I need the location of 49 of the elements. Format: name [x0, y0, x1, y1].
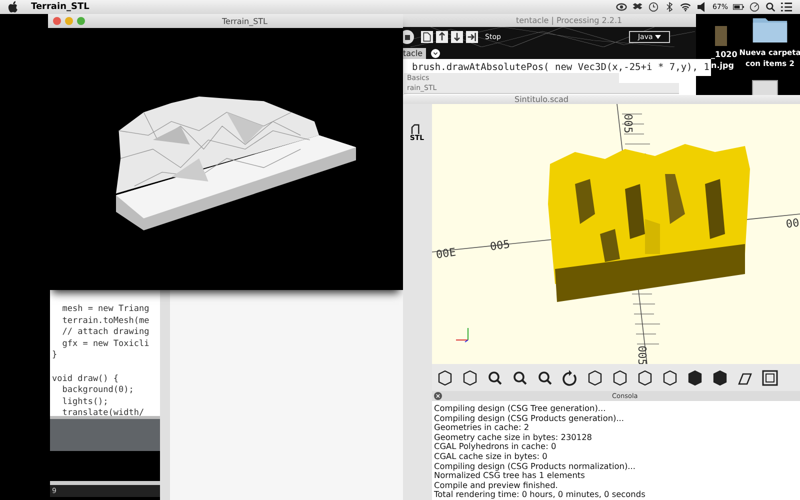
ortho-button[interactable]	[760, 368, 780, 388]
bluetooth-icon[interactable]	[664, 2, 676, 12]
console-line: Geometry cache size in bytes: 230128	[434, 432, 593, 442]
image-thumbnail[interactable]	[715, 26, 727, 46]
list-icon[interactable]	[781, 2, 792, 12]
file-name[interactable]: _1020 n.jpg	[711, 49, 738, 71]
new-button[interactable]	[421, 31, 433, 43]
console-line: Compiling design (CSG Products normalization)...	[434, 462, 636, 471]
search-icon[interactable]	[765, 2, 776, 12]
axis-label: 00	[785, 216, 800, 231]
code-line: translate(width/	[61, 408, 146, 416]
window-title: Sintitulo.scad	[514, 95, 568, 104]
code-line: gfx = new Toxicli	[61, 338, 150, 350]
speaker-icon[interactable]	[696, 2, 708, 12]
image-thumbnail[interactable]	[752, 80, 778, 96]
clock-icon[interactable]	[648, 2, 660, 12]
console-line: Total rendering time: 0 hours, 0 minutes, 0 seconds	[434, 490, 646, 500]
eye-icon[interactable]	[616, 2, 628, 12]
console-line: Compile and preview finished.	[434, 480, 559, 490]
window-title: Terrain_STL	[222, 16, 268, 26]
save-button[interactable]	[451, 31, 463, 43]
code-line: mesh = new Triang	[61, 304, 150, 316]
console-line: CGAL Polyhedrons in cache: 0	[434, 442, 556, 452]
axis-label: 005	[621, 114, 634, 134]
app-name[interactable]: Terrain_STL	[31, 2, 90, 12]
console-line: Compiling design (CSG Products generation)...	[434, 414, 626, 423]
code-line: }	[52, 350, 58, 362]
axis-label: 005	[489, 238, 511, 254]
console-line: CGAL cache size in bytes: 0	[434, 452, 548, 462]
code-line: terrain.toMesh(me	[61, 316, 150, 328]
open-button[interactable]	[436, 31, 448, 43]
apple-icon[interactable]	[8, 1, 18, 13]
code-line: // attach drawing	[61, 327, 150, 339]
battery-icon[interactable]	[733, 2, 744, 12]
close-button[interactable]	[53, 17, 61, 25]
close-icon[interactable]	[434, 392, 442, 400]
wifi-icon[interactable]	[680, 2, 692, 12]
export-button[interactable]	[466, 31, 478, 43]
code-line: background(0);	[61, 385, 135, 397]
code-line: void draw() {	[52, 374, 120, 386]
tab-menu-icon[interactable]	[430, 49, 440, 58]
console-line: Geometries in cache: 2	[434, 423, 530, 433]
caret-icon	[655, 35, 661, 39]
console-line: Compiling design (CSG Tree generation)...	[434, 404, 607, 414]
code-line: lights();	[61, 396, 110, 408]
axis-label: 00E	[435, 246, 457, 262]
console-line: Normalized CSG tree has 1 elements	[434, 471, 585, 481]
gauge-icon[interactable]	[749, 2, 760, 12]
window-title: tentacle | Processing 2.2.1	[515, 15, 624, 27]
